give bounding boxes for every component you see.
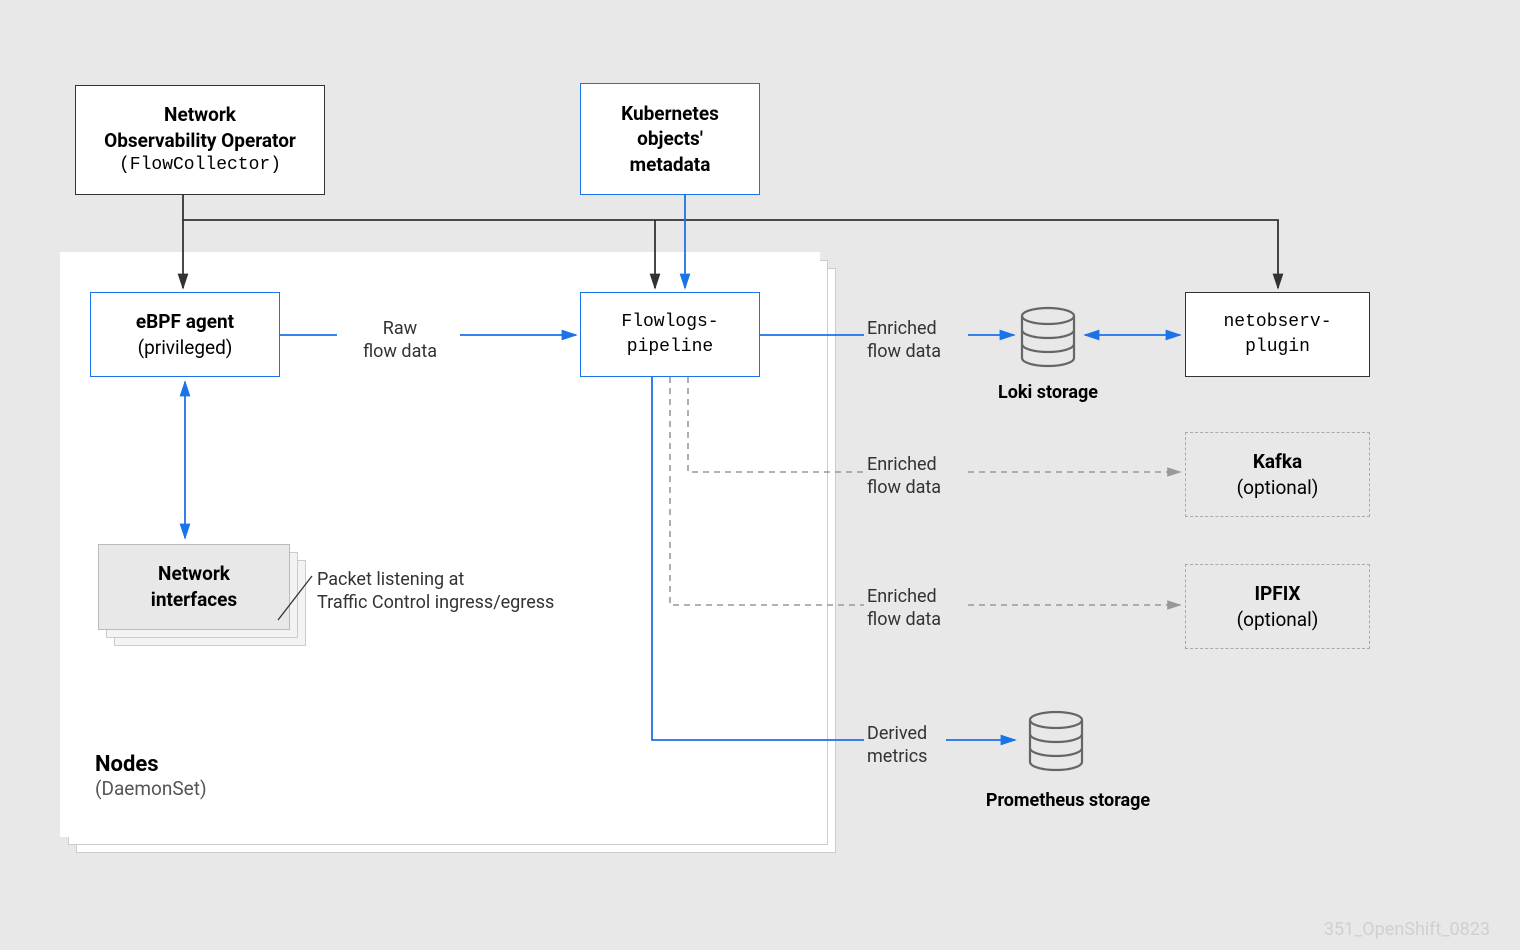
kafka-line2: (optional): [1237, 475, 1319, 501]
ebpf-line1: eBPF agent: [136, 309, 234, 335]
nodes-caption: Nodes (DaemonSet): [95, 752, 207, 800]
ipfix-line1: IPFIX: [1254, 581, 1300, 607]
prometheus-cylinder-icon: [1030, 712, 1082, 770]
enriched2-label: Enriched flow data: [867, 453, 967, 500]
plugin-box: netobserv- plugin: [1185, 292, 1370, 377]
kafka-line1: Kafka: [1253, 449, 1302, 475]
ebpf-line2: (privileged): [138, 335, 233, 361]
packet-label: Packet listening at Traffic Control ingr…: [317, 568, 617, 615]
pipeline-box: Flowlogs- pipeline: [580, 292, 760, 377]
watermark: 351_OpenShift_0823: [1324, 919, 1490, 940]
enriched1-label: Enriched flow data: [867, 317, 967, 364]
operator-line1: Network: [164, 102, 236, 128]
pipeline-line1: Flowlogs-: [621, 310, 718, 334]
ipfix-box: IPFIX (optional): [1185, 564, 1370, 649]
prometheus-label: Prometheus storage: [968, 790, 1168, 811]
loki-cylinder-icon: [1022, 308, 1074, 366]
k8s-box: Kubernetes objects' metadata: [580, 83, 760, 195]
operator-line2: Observability Operator: [104, 128, 296, 154]
plugin-line2: plugin: [1245, 335, 1310, 359]
k8s-line1: Kubernetes: [621, 101, 719, 127]
kafka-box: Kafka (optional): [1185, 432, 1370, 517]
enriched3-label: Enriched flow data: [867, 585, 967, 632]
derived-label: Derived metrics: [867, 722, 967, 769]
operator-line3: (FlowCollector): [119, 153, 281, 177]
plugin-line1: netobserv-: [1223, 310, 1331, 334]
k8s-line2: objects': [637, 126, 703, 152]
netif-box: Network interfaces: [98, 544, 290, 630]
raw-label: Raw flow data: [340, 317, 460, 364]
netif-line2: interfaces: [151, 587, 237, 613]
ebpf-box: eBPF agent (privileged): [90, 292, 280, 377]
netif-line1: Network: [158, 561, 230, 587]
operator-box: Network Observability Operator (FlowColl…: [75, 85, 325, 195]
k8s-line3: metadata: [630, 152, 711, 178]
loki-label: Loki storage: [978, 382, 1118, 403]
pipeline-line2: pipeline: [627, 335, 713, 359]
ipfix-line2: (optional): [1237, 607, 1319, 633]
